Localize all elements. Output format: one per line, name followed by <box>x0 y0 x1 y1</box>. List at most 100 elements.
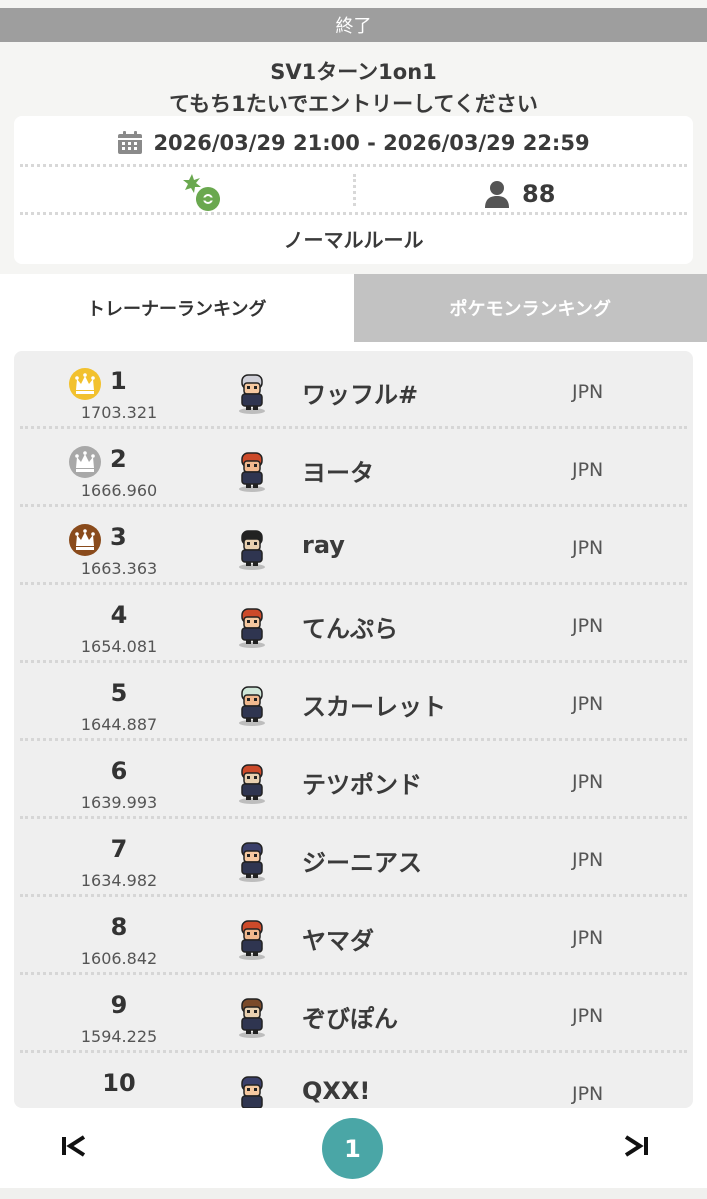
ranking-row[interactable]: 1 1703.321 ワッフル# JPN <box>14 351 693 429</box>
trainer-name: てんぷら <box>302 615 398 643</box>
ranking-row[interactable]: 9 1594.225 ぞびぽん JPN <box>14 975 693 1053</box>
country-code: JPN <box>572 381 604 403</box>
date-range: 2026/03/29 21:00 - 2026/03/29 22:59 <box>153 131 590 155</box>
trainer-name: ジーニアス <box>302 849 422 877</box>
trainer-name: ぞびぽん <box>302 1005 398 1033</box>
rank-number: 6 <box>110 757 128 785</box>
ranking-row[interactable]: 2 1666.960 ヨータ JPN <box>14 429 693 507</box>
trainer-name: ヤマダ <box>302 927 374 955</box>
bottom-strip <box>0 1188 707 1199</box>
green-star-pokeball-icon <box>183 174 220 211</box>
rank-block: 9 1594.225 <box>66 991 172 1046</box>
tab-trainer-ranking[interactable]: トレーナーランキング <box>0 274 354 342</box>
trainer-avatar-icon <box>232 1073 272 1108</box>
pagination: 1 <box>0 1108 707 1188</box>
ranking-row[interactable]: 5 1644.887 スカーレット JPN <box>14 663 693 741</box>
country-code: JPN <box>572 1083 604 1105</box>
crown-gold-icon <box>68 367 102 401</box>
rank-number: 5 <box>110 679 128 707</box>
rating-value: 1663.363 <box>80 559 158 578</box>
trainer-avatar-icon <box>232 917 272 961</box>
country-code: JPN <box>572 459 604 481</box>
trainer-name: ray <box>302 531 345 559</box>
event-header: SV1ターン1on1 てもち1たいでエントリーしてください 2026/03/29… <box>0 42 707 274</box>
country-code: JPN <box>572 927 604 949</box>
divider <box>20 212 687 215</box>
country-code: JPN <box>572 771 604 793</box>
ranking-row[interactable]: 8 1606.842 ヤマダ JPN <box>14 897 693 975</box>
trainer-avatar-icon <box>232 839 272 883</box>
person-icon <box>485 181 509 208</box>
trainer-name: スカーレット <box>302 693 446 721</box>
rating-value: 1594.225 <box>80 1027 158 1046</box>
rank-block: 1 1703.321 <box>66 367 172 422</box>
crown-bronze-icon <box>68 523 102 557</box>
rating-value: 1639.993 <box>80 793 158 812</box>
participants: 88 <box>484 178 555 210</box>
participants-count: 88 <box>522 180 556 208</box>
trainer-avatar-icon <box>232 995 272 1039</box>
rank-number: 10 <box>102 1069 136 1097</box>
rank-block: 4 1654.081 <box>66 601 172 656</box>
trainer-avatar-icon <box>232 605 272 649</box>
rank-number: 3 <box>110 523 127 551</box>
first-page-icon[interactable] <box>60 1134 88 1158</box>
country-code: JPN <box>572 615 604 637</box>
country-code: JPN <box>572 537 604 559</box>
rating-value: 1654.081 <box>80 637 158 656</box>
country-code: JPN <box>572 1005 604 1027</box>
rank-number: 1 <box>110 367 127 395</box>
event-title: SV1ターン1on1 <box>270 60 437 84</box>
last-page-icon[interactable] <box>622 1134 650 1158</box>
trainer-avatar-icon <box>232 449 272 493</box>
ranking-content: 1 1703.321 ワッフル# JPN 2 1666.960 ヨータ JPN 3 1663.36… <box>0 342 707 1122</box>
rank-number: 7 <box>110 835 128 863</box>
event-subtitle: てもち1たいでエントリーしてください <box>169 92 538 116</box>
vertical-divider <box>353 174 356 206</box>
trainer-name: テツポンド <box>302 771 422 799</box>
trainer-avatar-icon <box>232 761 272 805</box>
rank-number: 8 <box>110 913 128 941</box>
trainer-avatar-icon <box>232 683 272 727</box>
rank-number: 9 <box>110 991 128 1019</box>
ranking-tabs: トレーナーランキング ポケモンランキング <box>0 274 707 342</box>
rank-block: 5 1644.887 <box>66 679 172 734</box>
trainer-avatar-icon <box>232 371 272 415</box>
trainer-avatar-icon <box>232 527 272 571</box>
status-label: 終了 <box>335 16 372 37</box>
tab-pokemon-ranking[interactable]: ポケモンランキング <box>353 274 707 342</box>
rank-block: 3 1663.363 <box>66 523 172 578</box>
ranking-list[interactable]: 1 1703.321 ワッフル# JPN 2 1666.960 ヨータ JPN 3 1663.36… <box>14 351 693 1108</box>
ranking-row[interactable]: 10 QXX! JPN <box>14 1053 693 1108</box>
rating-value: 1644.887 <box>80 715 158 734</box>
rating-value: 1606.842 <box>80 949 158 968</box>
rank-block: 8 1606.842 <box>66 913 172 968</box>
country-code: JPN <box>572 849 604 871</box>
trainer-name: ワッフル# <box>302 381 419 409</box>
country-code: JPN <box>572 693 604 715</box>
rank-number: 2 <box>110 445 127 473</box>
ranking-row[interactable]: 3 1663.363 ray JPN <box>14 507 693 585</box>
trainer-name: QXX! <box>302 1077 371 1105</box>
rank-block: 7 1634.982 <box>66 835 172 890</box>
rating-value: 1666.960 <box>80 481 158 500</box>
ranking-row[interactable]: 6 1639.993 テツポンド JPN <box>14 741 693 819</box>
rating-value: 1703.321 <box>80 403 158 422</box>
status-bar: 終了 <box>0 8 707 42</box>
ranking-row[interactable]: 7 1634.982 ジーニアス JPN <box>14 819 693 897</box>
rating-value: 1634.982 <box>80 871 158 890</box>
rank-number: 4 <box>110 601 128 629</box>
top-strip <box>0 0 707 8</box>
rule-label: ノーマルルール <box>283 228 424 252</box>
date-row: 2026/03/29 21:00 - 2026/03/29 22:59 <box>14 128 693 158</box>
rank-block: 6 1639.993 <box>66 757 172 812</box>
event-info-card: 2026/03/29 21:00 - 2026/03/29 22:59 88 ノ… <box>14 116 693 264</box>
ranking-row[interactable]: 4 1654.081 てんぷら JPN <box>14 585 693 663</box>
page-current-button[interactable]: 1 <box>322 1118 383 1179</box>
calendar-icon <box>118 131 143 154</box>
trainer-name: ヨータ <box>302 459 374 487</box>
rank-block: 2 1666.960 <box>66 445 172 500</box>
rank-block: 10 <box>66 1069 172 1108</box>
divider <box>20 164 687 167</box>
crown-silver-icon <box>68 445 102 479</box>
